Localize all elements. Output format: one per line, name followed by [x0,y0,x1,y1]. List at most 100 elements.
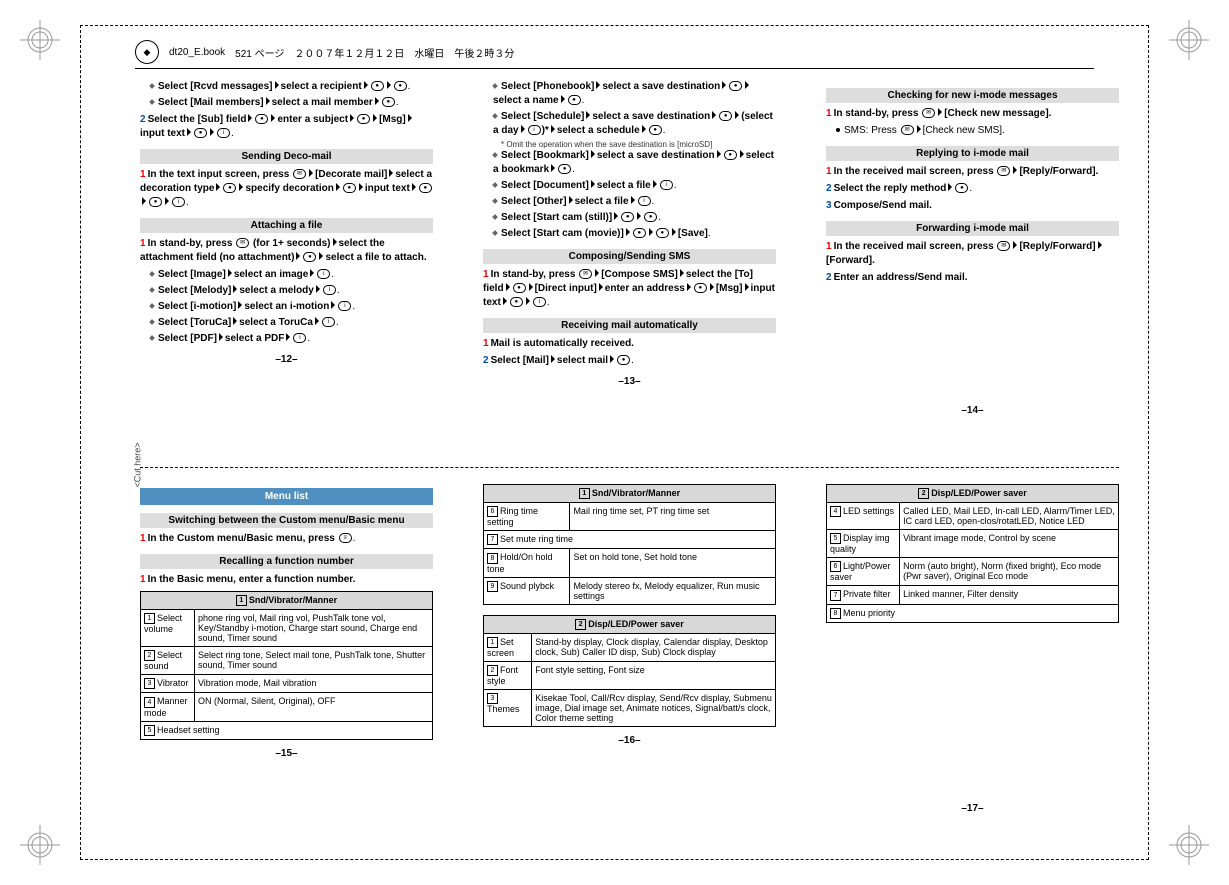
book-date: ２００７年１２月１２日 水曜日 午後２時３分 [294,45,514,60]
step-text: 1In stand-by, press ✉[Compose SMS]select… [483,268,776,310]
dot-icon: ● [357,114,370,124]
i-icon: i [322,317,335,327]
i-icon: i [323,285,336,295]
i-icon: i [638,196,651,206]
dot-icon: ● [633,228,646,238]
dot-icon: ● [149,197,162,207]
dot-icon: ● [617,355,630,365]
section-heading: Replying to i-mode mail [826,146,1119,161]
list-item: Select [Other]select a filei. [493,195,776,209]
crop-mark-icon [1169,20,1209,60]
page-number: –16– [483,735,776,746]
list-item: Select [Melody]select a melodyi. [150,284,433,298]
book-name: dt20_E.book [169,47,225,58]
dot-icon: ● [729,81,742,91]
table: 2Disp/LED/Power saver 4LED settingsCalle… [826,484,1119,623]
table-row: 8Menu priority [827,604,1119,622]
footnote: * Omit the operation when the save desti… [501,140,776,149]
mail-icon: ✉ [579,269,592,279]
dot-icon: ● [513,283,526,293]
step-text: 3Compose/Send mail. [826,199,1119,213]
table-row: 2Select soundSelect ring tone, Select ma… [141,647,433,675]
section-heading: Switching between the Custom menu/Basic … [140,513,433,528]
dot-icon: ● [371,81,384,91]
list-item: Select [Rcvd messages]select a recipient… [150,80,433,94]
i-icon: i [293,333,306,343]
section-heading: Composing/Sending SMS [483,249,776,264]
list-item: Select [Bookmark]select a save destinati… [493,149,776,177]
table-row: 1Set screenStand-by display, Clock displ… [484,633,776,661]
dot-icon: ● [568,95,581,105]
table-row: 7Set mute ring time [484,531,776,549]
mail-icon: ✉ [997,241,1010,251]
section-heading: Recalling a function number [140,554,433,569]
step-text: 1In stand-by, press ✉[Check new message]… [826,107,1119,121]
i-icon: i [660,180,673,190]
table: 1Snd/Vibrator/Manner 6Ring time settingM… [483,484,776,605]
section-heading: Sending Deco-mail [140,149,433,164]
table-row: 9Sound plybckMelody stereo fx, Melody eq… [484,577,776,604]
table-row: 8Hold/On hold toneSet on hold tone, Set … [484,549,776,577]
dot-icon: ● [343,183,356,193]
list-item: SMS: Press ✉[Check new SMS]. [836,124,1119,138]
dot-icon: ● [255,114,268,124]
dot-icon: ● [382,97,395,107]
i-icon: i [533,297,546,307]
dot-icon: ● [303,252,316,262]
step-text: 1In the Basic menu, enter a function num… [140,573,433,587]
dot-icon: ● [194,128,207,138]
dot-icon: ● [644,212,657,222]
mail-icon: ✉ [901,125,914,135]
table: 2Disp/LED/Power saver 1Set screenStand-b… [483,615,776,727]
book-header: ◆ dt20_E.book 521 ページ ２００７年１２月１２日 水曜日 午後… [135,40,1094,69]
step-text: 1Mail is automatically received. [483,337,776,351]
section-heading: Receiving mail automatically [483,318,776,333]
mail-icon: ✉ [293,169,306,179]
dot-icon: ● [621,212,634,222]
dot-icon: ● [223,183,236,193]
crop-mark-icon [1169,825,1209,865]
dot-icon: ● [649,125,662,135]
crop-mark-icon [20,825,60,865]
step-text: 1In stand-by, press ✉ (for 1+ seconds)se… [140,237,433,265]
page-number: –13– [483,376,776,387]
page-number: –14– [826,405,1119,416]
list-item: Select [Mail members]select a mail membe… [150,96,433,110]
mail-icon: ✉ [236,238,249,248]
i-icon: i [172,197,185,207]
mail-icon: ✉ [922,108,935,118]
list-item: Select [Image]select an imagei. [150,268,433,282]
dot-icon: ● [510,297,523,307]
table-row: 5Display img qualityVibrant image mode, … [827,530,1119,558]
step-text: 1In the Custom menu/Basic menu, press ≡. [140,532,433,546]
dot-icon: ● [558,164,571,174]
table-row: 1Select volumephone ring vol, Mail ring … [141,610,433,647]
list-item: Select [PDF]select a PDFi. [150,332,433,346]
i-icon: i [217,128,230,138]
book-page: 521 ページ [235,45,284,60]
step-text: 2Select the [Sub] field●enter a subject●… [140,113,433,141]
table-row: 4LED settingsCalled LED, Mail LED, In-ca… [827,503,1119,530]
step-text: 2Enter an address/Send mail. [826,271,1119,285]
table-row: 4Manner modeON (Normal, Silent, Original… [141,693,433,721]
list-item: Select [Phonebook]select a save destinat… [493,80,776,108]
dot-icon: ● [955,183,968,193]
i-icon: i [528,125,541,135]
step-text: 1In the text input screen, press ✉[Decor… [140,168,433,210]
list-item: Select [ToruCa]select a ToruCai. [150,316,433,330]
list-item: Select [Start cam (movie)]●●[Save]. [493,227,776,241]
dot-icon: ● [724,150,737,160]
step-text: 2Select the reply method●. [826,182,1119,196]
list-item: Select [Schedule]select a save destinati… [493,110,776,138]
dot-icon: ● [719,111,732,121]
page-number: –15– [140,748,433,759]
mail-icon: ✉ [997,166,1010,176]
section-heading: Menu list [140,488,433,505]
table-row: 3VibratorVibration mode, Mail vibration [141,675,433,693]
dot-icon: ● [419,183,432,193]
step-text: 1In the received mail screen, press ✉[Re… [826,240,1119,268]
table: 1Snd/Vibrator/Manner 1Select volumephone… [140,591,433,740]
step-text: 2Select [Mail]select mail●. [483,354,776,368]
table-row: 2Font styleFont style setting, Font size [484,661,776,689]
page-number: –12– [140,354,433,365]
